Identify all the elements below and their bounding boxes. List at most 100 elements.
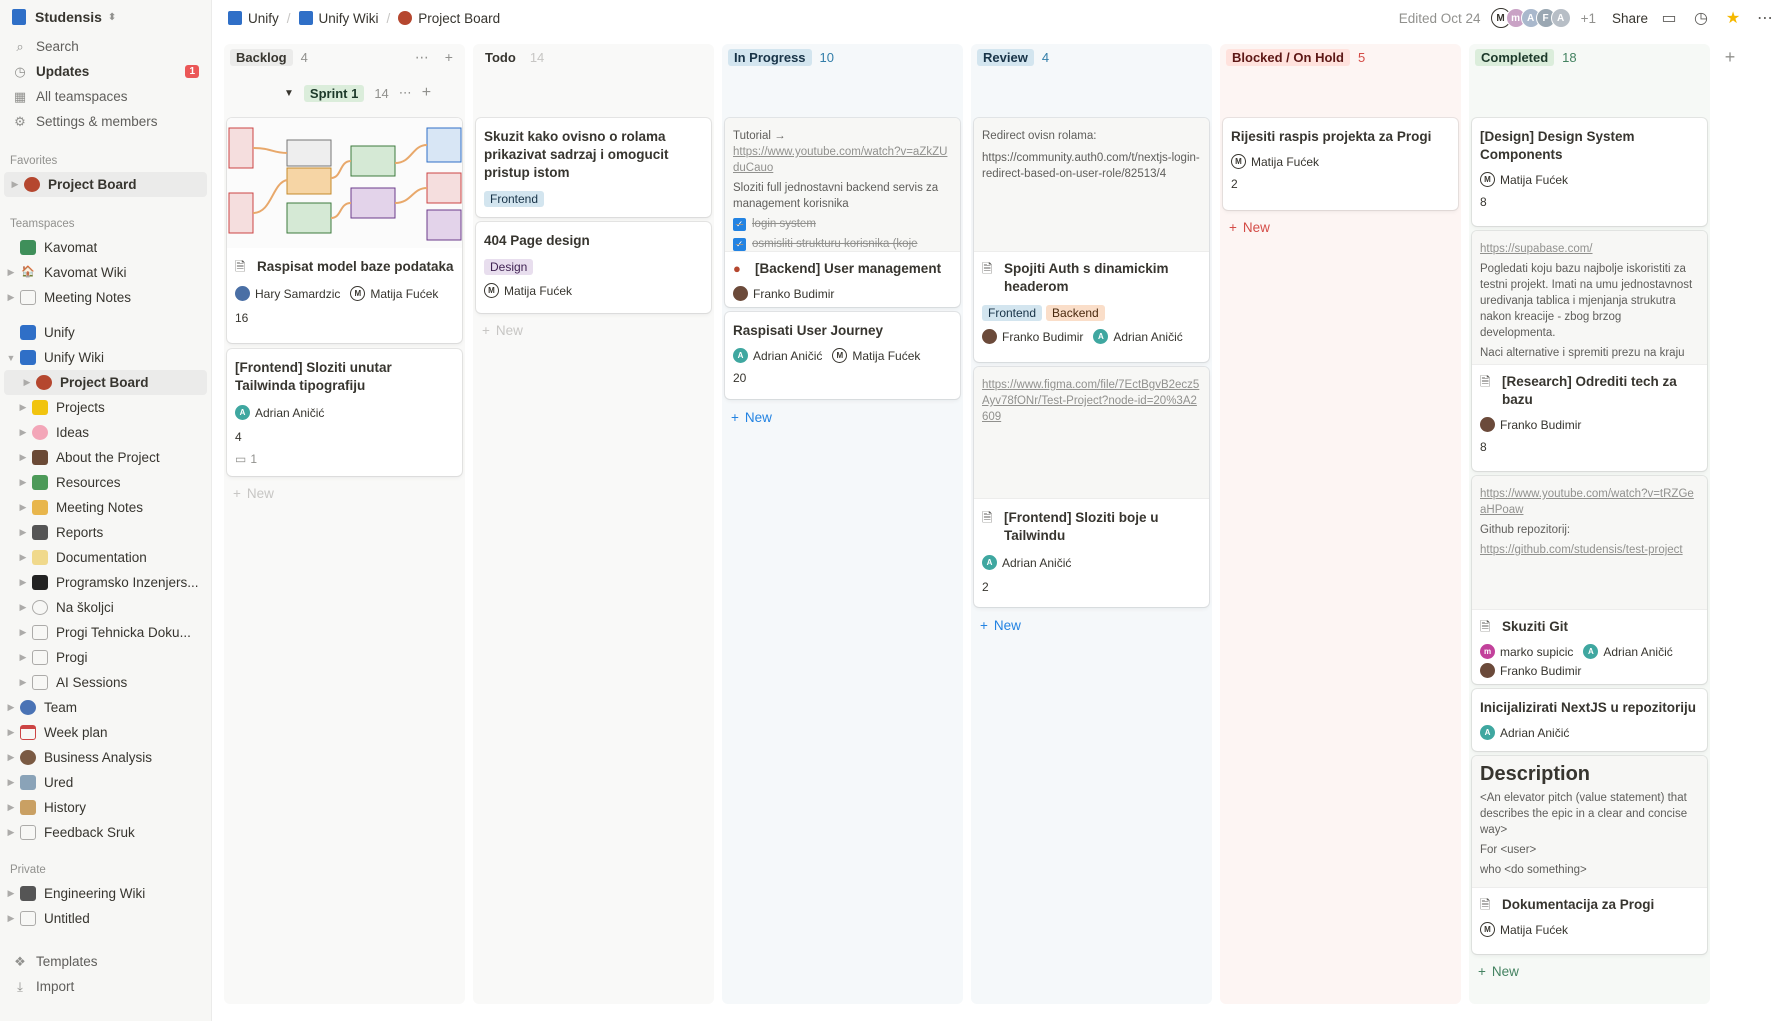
page-feedback-sruk[interactable]: ▶ Feedback Sruk: [0, 820, 211, 845]
column-header[interactable]: In Progress 10: [722, 44, 963, 70]
card-boje-tailwind[interactable]: https://www.figma.com/file/7EctBgvB2ecz5…: [974, 367, 1209, 607]
caret-right-icon[interactable]: ▶: [4, 292, 18, 303]
preview-link[interactable]: https://www.youtube.com/watch?v=aZkZUduC…: [733, 144, 952, 176]
caret-right-icon[interactable]: ▶: [16, 527, 30, 538]
wiki-item-meeting-notes[interactable]: ▶ Meeting Notes: [0, 495, 211, 520]
card-raspis-projekta[interactable]: Rijesiti raspis projekta za Progi M Matij…: [1223, 118, 1458, 210]
caret-right-icon[interactable]: ▶: [4, 702, 18, 713]
favorite-project-board[interactable]: ▶ Project Board: [4, 172, 207, 197]
wiki-item-project-board[interactable]: ▶ Project Board: [4, 370, 207, 395]
extra-collaborators-count[interactable]: +1: [1581, 11, 1596, 26]
caret-right-icon[interactable]: ▶: [4, 802, 18, 813]
caret-right-icon[interactable]: ▶: [4, 888, 18, 899]
page-ured[interactable]: ▶ Ured: [0, 770, 211, 795]
caret-right-icon[interactable]: ▶: [16, 602, 30, 613]
add-column-button[interactable]: +: [1718, 44, 1742, 70]
add-card-button[interactable]: + New: [482, 323, 523, 338]
preview-link[interactable]: https://www.youtube.com/watch?v=tRZGeaHP…: [1480, 486, 1699, 518]
page-week-plan[interactable]: ▶ Week plan: [0, 720, 211, 745]
page-history[interactable]: ▶ History: [0, 795, 211, 820]
share-button[interactable]: Share: [1612, 11, 1648, 26]
card-404-page[interactable]: 404 Page design Design M Matija Fućek: [476, 222, 711, 313]
nav-all-teamspaces[interactable]: ▦ All teamspaces: [0, 84, 211, 109]
caret-right-icon[interactable]: ▶: [16, 577, 30, 588]
caret-right-icon[interactable]: ▶: [4, 727, 18, 738]
crumb-unify-wiki[interactable]: Unify Wiki: [319, 11, 379, 26]
crumb-project-board[interactable]: Project Board: [418, 11, 500, 26]
caret-right-icon[interactable]: ▶: [16, 452, 30, 463]
card-user-journey[interactable]: Raspisati User Journey A Adrian Aničić MM…: [725, 312, 960, 399]
page-meeting-notes[interactable]: ▶ Meeting Notes: [0, 285, 211, 310]
favorites-heading[interactable]: Favorites: [0, 150, 211, 172]
column-header[interactable]: Completed 18: [1469, 44, 1710, 70]
card-skuzit-role[interactable]: Skuzit kako ovisno o rolama prikazivat s…: [476, 118, 711, 217]
card-research-baza[interactable]: https://supabase.com/ Pogledati koju baz…: [1472, 231, 1707, 471]
card-nextjs[interactable]: Inicijalizirati NextJS u repozitoriju AA…: [1472, 689, 1707, 751]
wiki-item-progi-tehnicka[interactable]: ▶ Progi Tehnicka Doku...: [0, 620, 211, 645]
preview-link[interactable]: https://github.com/studensis/test-projec…: [1480, 542, 1699, 558]
page-unify-wiki[interactable]: ▼ Unify Wiki: [0, 345, 211, 370]
caret-down-icon[interactable]: ▼: [284, 88, 294, 99]
caret-right-icon[interactable]: ▶: [16, 427, 30, 438]
wiki-item-resources[interactable]: ▶ Resources: [0, 470, 211, 495]
column-header[interactable]: Blocked / On Hold 5: [1220, 44, 1461, 70]
teamspace-unify[interactable]: Unify: [0, 320, 211, 345]
add-card-button[interactable]: + New: [1229, 220, 1270, 235]
column-actions[interactable]: ⋯ +: [415, 49, 459, 66]
preview-link[interactable]: https://community.auth0.com/t/nextjs-log…: [982, 150, 1201, 182]
page-kavomat-wiki[interactable]: ▶ 🏠 Kavomat Wiki: [0, 260, 211, 285]
wiki-item-ai-sessions[interactable]: ▶ AI Sessions: [0, 670, 211, 695]
nav-settings[interactable]: ⚙ Settings & members: [0, 109, 211, 134]
column-header[interactable]: Review 4: [971, 44, 1212, 70]
page-untitled[interactable]: ▶ Untitled: [0, 906, 211, 931]
teamspaces-heading[interactable]: Teamspaces: [0, 213, 211, 235]
star-icon[interactable]: ★: [1722, 8, 1744, 28]
preview-link[interactable]: https://www.figma.com/file/7EctBgvB2ecz5…: [982, 377, 1201, 425]
collaborators[interactable]: M m A F A: [1490, 8, 1571, 28]
teamspace-kavomat[interactable]: Kavomat: [0, 235, 211, 260]
card-spojiti-auth[interactable]: Redirect ovisn rolama: https://community…: [974, 118, 1209, 362]
more-icon[interactable]: ⋯: [1754, 8, 1776, 28]
caret-right-icon[interactable]: ▶: [16, 402, 30, 413]
page-engineering-wiki[interactable]: ▶ Engineering Wiki: [0, 881, 211, 906]
caret-right-icon[interactable]: ▶: [16, 477, 30, 488]
workspace-switcher[interactable]: Studensis ⬍: [0, 0, 211, 34]
private-heading[interactable]: Private: [0, 859, 211, 881]
page-business-analysis[interactable]: ▶ Business Analysis: [0, 745, 211, 770]
caret-right-icon[interactable]: ▶: [4, 777, 18, 788]
wiki-item-projects[interactable]: ▶ Projects: [0, 395, 211, 420]
card-raspisat-model[interactable]: 🗎 Raspisat model baze podataka Hary Samar…: [227, 118, 462, 343]
checkbox-item[interactable]: ✓ osmisliti strukturu korisnika (koje: [733, 236, 952, 251]
card-dokumentacija[interactable]: Description <An elevator pitch (value st…: [1472, 756, 1707, 954]
history-icon[interactable]: ◷: [1690, 8, 1712, 28]
wiki-item-progi[interactable]: ▶ Progi: [0, 645, 211, 670]
plus-icon[interactable]: +: [422, 84, 431, 102]
caret-right-icon[interactable]: ▶: [16, 627, 30, 638]
card-design-system[interactable]: [Design] Design System Components M Matij…: [1472, 118, 1707, 226]
caret-right-icon[interactable]: ▶: [4, 267, 18, 278]
checkbox-item[interactable]: ✓ login system: [733, 216, 952, 232]
caret-right-icon[interactable]: ▶: [20, 377, 34, 388]
caret-down-icon[interactable]: ▼: [4, 353, 18, 363]
caret-right-icon[interactable]: ▶: [4, 827, 18, 838]
wiki-item-ideas[interactable]: ▶ Ideas: [0, 420, 211, 445]
caret-right-icon[interactable]: ▶: [4, 752, 18, 763]
crumb-unify[interactable]: Unify: [248, 11, 279, 26]
column-header[interactable]: Backlog 4 ⋯ +: [224, 44, 465, 70]
caret-right-icon[interactable]: ▶: [16, 552, 30, 563]
nav-templates[interactable]: ❖ Templates: [0, 949, 211, 974]
wiki-item-documentation[interactable]: ▶ Documentation: [0, 545, 211, 570]
card-user-management[interactable]: Tutorial → https://www.youtube.com/watch…: [725, 118, 960, 307]
add-card-button[interactable]: + New: [980, 618, 1021, 633]
caret-right-icon[interactable]: ▶: [4, 913, 18, 924]
column-header[interactable]: Todo 14: [473, 44, 714, 70]
nav-updates[interactable]: ◷ Updates 1: [0, 59, 211, 84]
caret-right-icon[interactable]: ▶: [16, 677, 30, 688]
add-card-button[interactable]: + New: [233, 486, 274, 501]
caret-right-icon[interactable]: ▶: [8, 179, 22, 190]
wiki-item-programsko[interactable]: ▶ Programsko Inzenjers...: [0, 570, 211, 595]
wiki-item-reports[interactable]: ▶ Reports: [0, 520, 211, 545]
nav-import[interactable]: ⤓ Import: [0, 974, 211, 999]
caret-right-icon[interactable]: ▶: [16, 502, 30, 513]
nav-search[interactable]: ⌕ Search: [0, 34, 211, 59]
